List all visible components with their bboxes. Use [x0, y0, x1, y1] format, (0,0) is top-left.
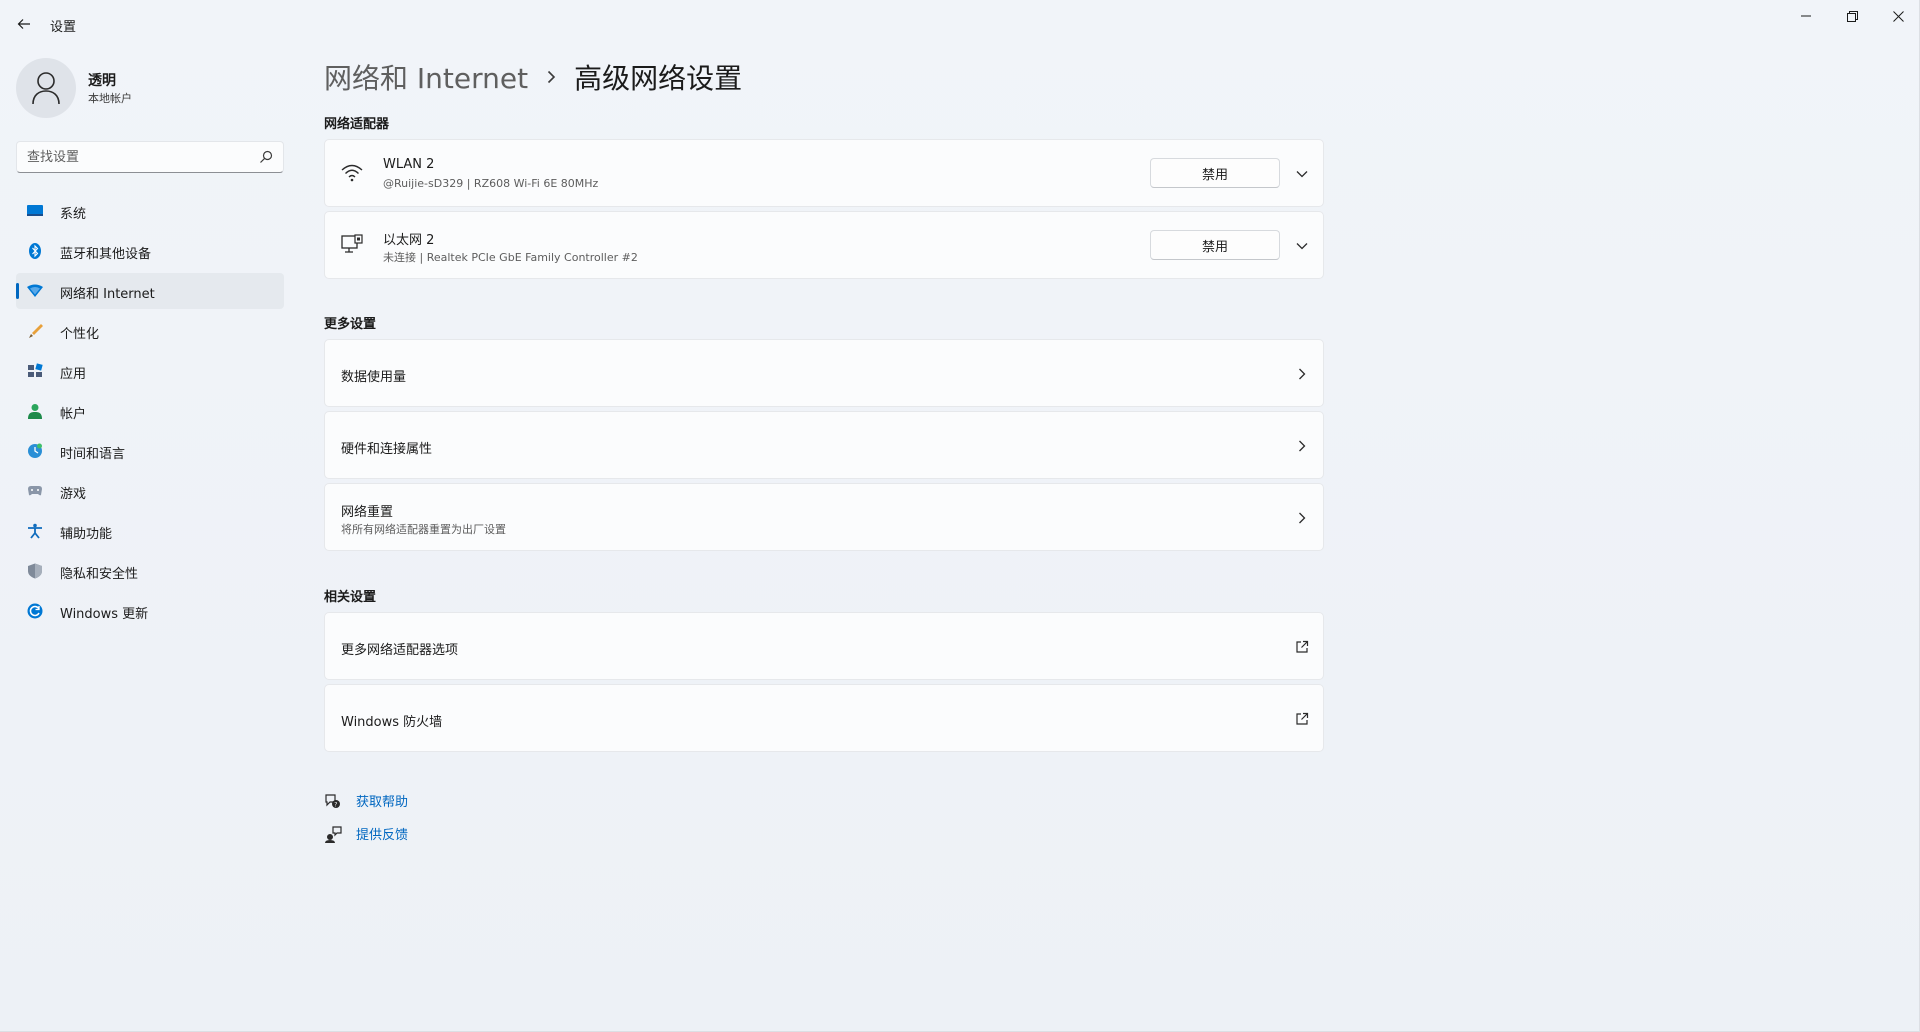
sidebar-item-privacy[interactable]: 隐私和安全性	[16, 553, 284, 589]
setting-title: 数据使用量	[341, 370, 407, 385]
adapter-card-wlan[interactable]: WLAN 2 @Ruijie-sD329 | RZ608 Wi-Fi 6E 80…	[324, 139, 1324, 207]
system-icon	[27, 205, 43, 216]
close-button[interactable]	[1875, 0, 1920, 32]
help-links: ? 获取帮助 提供反馈	[324, 784, 408, 850]
sidebar-item-personalization[interactable]: 个性化	[16, 313, 284, 349]
section-title-more-settings: 更多设置	[324, 317, 377, 332]
sidebar-item-label: 时间和语言	[60, 447, 126, 462]
setting-more-adapter-options[interactable]: 更多网络适配器选项	[324, 612, 1324, 680]
chevron-down-icon[interactable]	[1295, 239, 1309, 253]
setting-title: 网络重置	[341, 505, 394, 520]
user-name: 透明	[88, 73, 116, 89]
chevron-down-icon[interactable]	[1295, 167, 1309, 181]
chevron-right-icon	[1299, 512, 1306, 524]
sidebar-nav: 系统 蓝牙和其他设备 网络和 Internet 个性化 应用 帐户 时间和语言 …	[16, 193, 284, 633]
sidebar-item-label: 辅助功能	[60, 527, 113, 542]
sidebar-item-label: Windows 更新	[60, 607, 149, 622]
close-icon	[1892, 10, 1904, 22]
sidebar-item-label: 帐户	[60, 407, 87, 422]
sidebar-item-windows-update[interactable]: Windows 更新	[16, 593, 284, 629]
chevron-right-icon	[1299, 440, 1306, 452]
get-help-row[interactable]: ? 获取帮助	[324, 784, 408, 817]
sidebar-item-time-language[interactable]: 时间和语言	[16, 433, 284, 469]
back-arrow-icon	[17, 19, 30, 29]
external-link-icon	[1296, 712, 1309, 725]
apps-icon	[28, 363, 43, 377]
sidebar-item-label: 系统	[60, 207, 87, 222]
feedback-icon	[325, 825, 342, 843]
time-language-icon	[28, 443, 42, 458]
search-input[interactable]	[27, 142, 247, 172]
chevron-right-icon	[1299, 368, 1306, 380]
adapter-name: WLAN 2	[383, 157, 435, 172]
sidebar-item-label: 蓝牙和其他设备	[60, 247, 152, 262]
get-help-link[interactable]: 获取帮助	[356, 791, 408, 810]
disable-ethernet-button[interactable]: 禁用	[1150, 230, 1280, 260]
feedback-link[interactable]: 提供反馈	[356, 824, 408, 843]
adapter-card-ethernet[interactable]: 以太网 2 未连接 | Realtek PCIe GbE Family Cont…	[324, 211, 1324, 279]
personalization-icon	[29, 324, 43, 338]
sidebar-item-bluetooth[interactable]: 蓝牙和其他设备	[16, 233, 284, 269]
adapter-description: 未连接 | Realtek PCIe GbE Family Controller…	[383, 251, 638, 264]
avatar	[16, 58, 76, 118]
network-icon	[27, 284, 43, 297]
sidebar-item-network[interactable]: 网络和 Internet	[16, 273, 284, 309]
title-bar: 设置	[0, 0, 1919, 44]
setting-network-reset[interactable]: 网络重置 将所有网络适配器重置为出厂设置	[324, 483, 1324, 551]
shield-icon	[28, 563, 42, 579]
setting-subtitle: 将所有网络适配器重置为出厂设置	[341, 523, 506, 536]
sidebar-item-label: 应用	[60, 367, 87, 382]
sidebar-item-gaming[interactable]: 游戏	[16, 473, 284, 509]
search-icon	[260, 150, 273, 163]
sidebar-item-system[interactable]: 系统	[16, 193, 284, 229]
sidebar-item-accounts[interactable]: 帐户	[16, 393, 284, 429]
section-title-adapters: 网络适配器	[324, 117, 390, 132]
adapter-name: 以太网 2	[383, 233, 435, 248]
wifi-icon	[341, 164, 363, 182]
sidebar-item-label: 隐私和安全性	[60, 567, 139, 582]
app-title: 设置	[50, 20, 77, 35]
search-box[interactable]	[16, 141, 284, 173]
breadcrumb-parent[interactable]: 网络和 Internet	[324, 57, 528, 97]
sidebar-item-label: 个性化	[60, 327, 100, 342]
help-icon: ?	[325, 793, 340, 808]
restore-button[interactable]	[1829, 0, 1875, 32]
setting-hardware-properties[interactable]: 硬件和连接属性	[324, 411, 1324, 479]
windows-update-icon	[27, 603, 43, 619]
feedback-row[interactable]: 提供反馈	[324, 817, 408, 850]
setting-title: 更多网络适配器选项	[341, 643, 459, 658]
accounts-icon	[28, 404, 42, 419]
user-profile[interactable]: 透明 本地帐户	[16, 56, 286, 120]
ethernet-icon	[341, 234, 363, 253]
minimize-button[interactable]	[1783, 0, 1829, 32]
back-button[interactable]	[10, 10, 38, 38]
external-link-icon	[1296, 640, 1309, 653]
bluetooth-icon	[29, 243, 41, 259]
section-title-related-settings: 相关设置	[324, 590, 377, 605]
chevron-right-icon	[548, 70, 556, 84]
disable-wlan-button[interactable]: 禁用	[1150, 158, 1280, 188]
svg-text:?: ?	[334, 801, 337, 808]
setting-windows-firewall[interactable]: Windows 防火墙	[324, 684, 1324, 752]
sidebar-item-label: 游戏	[60, 487, 87, 502]
restore-icon	[1846, 10, 1858, 22]
accessibility-icon	[28, 523, 42, 539]
settings-window: 设置 透明 本地帐户 查找设置 系统 蓝牙和其他设备 网络和 Internet …	[0, 0, 1920, 1032]
user-icon	[32, 72, 60, 105]
sidebar-item-accessibility[interactable]: 辅助功能	[16, 513, 284, 549]
breadcrumb: 网络和 Internet 高级网络设置	[324, 55, 742, 99]
account-type: 本地帐户	[88, 92, 132, 105]
sidebar-item-label: 网络和 Internet	[60, 287, 155, 302]
adapter-description: @Ruijie-sD329 | RZ608 Wi-Fi 6E 80MHz	[383, 177, 599, 190]
setting-data-usage[interactable]: 数据使用量	[324, 339, 1324, 407]
minimize-icon	[1801, 15, 1811, 17]
setting-title: 硬件和连接属性	[341, 442, 433, 457]
page-title: 高级网络设置	[574, 62, 743, 95]
setting-title: Windows 防火墙	[341, 715, 443, 730]
gaming-icon	[28, 486, 42, 496]
sidebar-item-apps[interactable]: 应用	[16, 353, 284, 389]
